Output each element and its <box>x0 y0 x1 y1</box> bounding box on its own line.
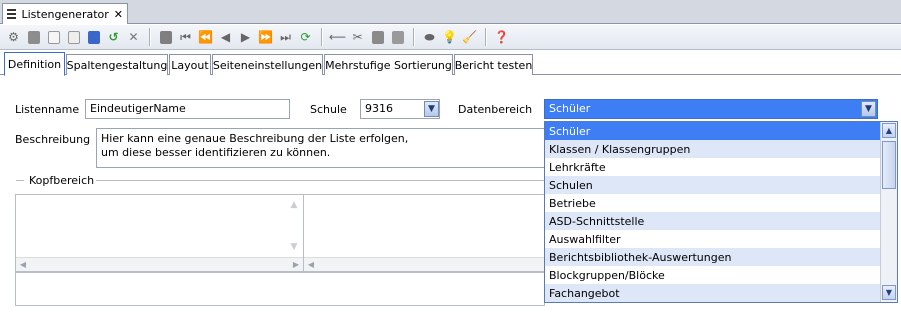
last-record-icon[interactable]: ⏭ <box>276 28 295 47</box>
group-line <box>16 180 24 181</box>
group-line <box>96 180 546 181</box>
document-tab[interactable]: Listengenerator ✕ <box>2 3 128 24</box>
dropdown-option[interactable]: ASD-Schnittstelle <box>545 212 880 230</box>
datenbereich-label: Datenbereich <box>458 103 533 116</box>
new-document-icon[interactable] <box>44 28 63 47</box>
listenname-input[interactable]: EindeutigerName <box>85 99 290 119</box>
beschreibung-line: um diese besser identifizieren zu können… <box>101 146 331 159</box>
tab-layout[interactable]: Layout <box>169 54 211 75</box>
dropdown-option[interactable]: Schulen <box>545 176 880 194</box>
settings-icon[interactable]: ⚙ <box>4 28 23 47</box>
scroll-right-icon[interactable]: ▶ <box>289 258 303 271</box>
copy-icon[interactable] <box>368 28 387 47</box>
dropdown-option[interactable]: Fachangebot <box>545 284 880 302</box>
document-tab-bar: Listengenerator ✕ <box>0 0 901 24</box>
dropdown-option[interactable]: Betriebe <box>545 194 880 212</box>
scrollbar-thumb[interactable] <box>882 141 896 189</box>
dropdown-option[interactable]: Auswahlfilter <box>545 230 880 248</box>
paste-icon[interactable] <box>388 28 407 47</box>
tab-bericht-testen[interactable]: Bericht testen <box>454 54 533 75</box>
help-icon[interactable]: ❓ <box>492 28 511 47</box>
dropdown-option[interactable]: Lehrkräfte <box>545 158 880 176</box>
refresh-icon[interactable]: ⟳ <box>296 28 315 47</box>
previous-record-icon[interactable]: ◀ <box>216 28 235 47</box>
listenname-label: Listenname <box>15 103 80 116</box>
close-icon[interactable]: ✕ <box>114 8 123 21</box>
datenbereich-dropdown-list[interactable]: Schüler Klassen / Klassengruppen Lehrkrä… <box>544 121 898 303</box>
cut-document-icon[interactable] <box>24 28 43 47</box>
scroll-left-icon[interactable]: ◀ <box>304 258 318 271</box>
disc-icon[interactable]: ⬬ <box>420 28 439 47</box>
toolbar-separator <box>413 28 415 46</box>
dropdown-option[interactable]: Klassen / Klassengruppen <box>545 140 880 158</box>
tab-mehrstufige-sortierung[interactable]: Mehrstufige Sortierung <box>324 54 453 75</box>
fast-forward-icon[interactable]: ⏩ <box>256 28 275 47</box>
beschreibung-label: Beschreibung <box>15 133 91 146</box>
document-tab-title: Listengenerator <box>21 7 109 21</box>
beschreibung-line: Hier kann eine genaue Beschreibung der L… <box>101 132 409 145</box>
next-record-icon[interactable]: ▶ <box>236 28 255 47</box>
tab-definition[interactable]: Definition <box>4 52 65 76</box>
toolbar-separator <box>485 28 487 46</box>
toolbar: ⚙ ↺ ✕ ⏮ ⏪ ◀ ▶ ⏩ ⏭ ⟳ ⟵ ✂ ⬬ 💡 🧹 ❓ <box>0 25 901 50</box>
toolbar-separator <box>149 28 151 46</box>
horizontal-scrollbar[interactable]: ◀ <box>304 257 544 271</box>
list-icon <box>7 9 17 19</box>
schule-value: 9316 <box>365 102 393 115</box>
kopfbereich-left-editor[interactable]: ▲ ▼ ◀ ▶ <box>15 194 304 272</box>
kopfbereich-lower-editor[interactable] <box>15 272 545 306</box>
scroll-up-icon[interactable]: ▲ <box>882 123 896 138</box>
scroll-down-icon[interactable]: ▼ <box>287 241 301 253</box>
toolbar-separator <box>321 28 323 46</box>
kopfbereich-right-editor[interactable]: ◀ <box>303 194 545 272</box>
back-arrow-icon[interactable]: ⟵ <box>328 28 347 47</box>
broom-icon[interactable]: 🧹 <box>460 28 479 47</box>
dropdown-option[interactable]: Schüler <box>545 122 880 140</box>
horizontal-scrollbar[interactable]: ◀ ▶ <box>16 257 303 271</box>
scroll-down-icon[interactable]: ▼ <box>882 285 896 300</box>
scroll-left-icon[interactable]: ◀ <box>16 258 30 271</box>
scroll-up-icon[interactable]: ▲ <box>287 199 301 211</box>
schule-label: Schule <box>310 103 347 116</box>
dropdown-scrollbar[interactable]: ▲ ▼ <box>880 122 897 302</box>
datenbereich-value: Schüler <box>549 102 591 115</box>
first-record-icon[interactable]: ⏮ <box>176 28 195 47</box>
tab-seiteneinstellungen[interactable]: Seiteneinstellungen <box>212 54 323 75</box>
fast-back-icon[interactable]: ⏪ <box>196 28 215 47</box>
stack-icon[interactable] <box>156 28 175 47</box>
beschreibung-textarea[interactable]: Hier kann eine genaue Beschreibung der L… <box>96 128 546 168</box>
copy-document-icon[interactable] <box>64 28 83 47</box>
scissors-icon[interactable]: ✂ <box>348 28 367 47</box>
tab-spaltengestaltung[interactable]: Spaltengestaltung <box>66 54 168 75</box>
dropdown-option[interactable]: Berichtsbibliothek-Auswertungen <box>545 248 880 266</box>
delete-icon[interactable]: ✕ <box>124 28 143 47</box>
lightbulb-icon[interactable]: 💡 <box>440 28 459 47</box>
chevron-down-icon[interactable]: ▼ <box>861 101 876 117</box>
save-icon[interactable] <box>84 28 103 47</box>
undo-icon[interactable]: ↺ <box>104 28 123 47</box>
datenbereich-select[interactable]: Schüler <box>544 99 878 119</box>
dropdown-option[interactable]: Blockgruppen/Blöcke <box>545 266 880 284</box>
chevron-down-icon[interactable]: ▼ <box>424 101 439 117</box>
kopfbereich-label: Kopfbereich <box>29 174 95 187</box>
tab-strip: Definition Spaltengestaltung Layout Seit… <box>0 52 901 76</box>
